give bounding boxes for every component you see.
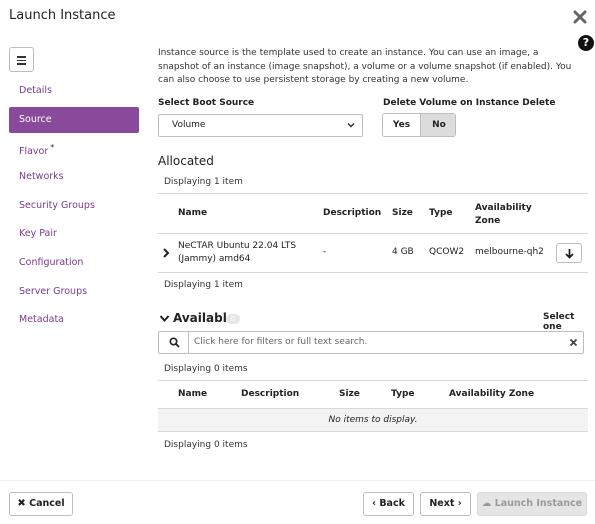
delete-volume-toggle: Yes No: [382, 113, 456, 137]
arrow-down-icon: [565, 249, 574, 259]
next-button[interactable]: Next ›: [420, 492, 471, 516]
allocated-count-bottom: Displaying 1 item: [164, 280, 243, 290]
boot-source-value: Volume: [172, 120, 206, 130]
deallocate-button[interactable]: [556, 243, 582, 263]
search-icon: [169, 337, 180, 348]
chevron-down-icon[interactable]: [159, 313, 170, 324]
footer-divider: [0, 480, 595, 481]
chevron-left-icon: ‹: [372, 498, 376, 509]
sidebar-item-metadata[interactable]: Metadata: [9, 307, 139, 333]
chevron-right-icon[interactable]: [162, 248, 171, 258]
search-input[interactable]: Click here for filters or full text sear…: [158, 331, 584, 354]
column-header-name[interactable]: Name: [178, 389, 207, 399]
back-button[interactable]: ‹ Back: [363, 492, 414, 516]
divider: [158, 380, 588, 381]
help-icon[interactable]: ?: [578, 35, 594, 51]
allocated-count-top: Displaying 1 item: [164, 177, 243, 187]
cloud-upload-icon: ☁: [481, 498, 492, 509]
required-marker: *: [50, 143, 55, 152]
empty-table-message: No items to display.: [158, 408, 588, 432]
sidebar-item-details[interactable]: Details: [9, 78, 139, 104]
column-header-type[interactable]: Type: [391, 389, 414, 399]
allocated-title: Allocated: [158, 154, 214, 168]
column-header-description[interactable]: Description: [241, 389, 299, 399]
delete-volume-yes-button[interactable]: Yes: [383, 114, 420, 136]
sidebar-item-networks[interactable]: Networks: [9, 164, 139, 190]
divider: [158, 193, 588, 194]
available-count-bottom: Displaying 0 items: [164, 440, 248, 450]
hamburger-icon: [17, 56, 26, 58]
delete-volume-no-button[interactable]: No: [420, 114, 455, 136]
clear-icon[interactable]: [569, 338, 578, 347]
chevron-down-icon: [347, 122, 355, 128]
column-header-description[interactable]: Description: [323, 208, 381, 218]
row-type: QCOW2: [429, 247, 465, 257]
source-description: Instance source is the template used to …: [158, 48, 572, 85]
column-header-size[interactable]: Size: [339, 389, 360, 399]
close-icon: ✖: [17, 498, 26, 509]
row-name: NeCTAR Ubuntu 22.04 LTS (Jammy) amd64: [178, 241, 297, 264]
sidebar-item-security-groups[interactable]: Security Groups: [9, 193, 139, 219]
row-description: -: [323, 247, 327, 257]
boot-source-select[interactable]: Volume: [158, 114, 363, 137]
search-placeholder: Click here for filters or full text sear…: [194, 337, 368, 347]
column-header-name[interactable]: Name: [178, 208, 207, 218]
close-icon[interactable]: [572, 9, 588, 25]
available-count-top: Displaying 0 items: [164, 364, 248, 374]
launch-instance-button[interactable]: ☁ Launch Instance: [477, 492, 587, 516]
available-count-badge: 0: [226, 314, 240, 324]
menu-toggle-button[interactable]: [9, 47, 34, 72]
select-one-label: Select one: [543, 312, 575, 332]
column-header-type[interactable]: Type: [429, 208, 452, 218]
column-header-availability-zone[interactable]: Availability Zone: [449, 389, 534, 399]
sidebar-item-source[interactable]: Source: [9, 107, 139, 133]
column-header-availability-zone[interactable]: Availability Zone: [475, 202, 535, 228]
modal-title: Launch Instance: [9, 8, 116, 23]
sidebar-item-key-pair[interactable]: Key Pair: [9, 221, 139, 247]
divider: [158, 272, 588, 273]
search-button[interactable]: [159, 332, 189, 353]
row-availability-zone: melbourne-qh2: [475, 247, 544, 257]
sidebar-item-flavor[interactable]: Flavor *: [9, 135, 139, 161]
row-size: 4 GB: [392, 247, 414, 257]
boot-source-label: Select Boot Source: [158, 98, 255, 108]
delete-volume-label: Delete Volume on Instance Delete: [383, 98, 556, 108]
sidebar-item-server-groups[interactable]: Server Groups: [9, 279, 139, 305]
chevron-right-icon: ›: [457, 498, 462, 509]
table-row: NeCTAR Ubuntu 22.04 LTS (Jammy) amd64 - …: [158, 234, 588, 272]
column-header-size[interactable]: Size: [392, 208, 413, 218]
cancel-button[interactable]: ✖ Cancel: [9, 492, 73, 516]
sidebar-item-configuration[interactable]: Configuration: [9, 250, 139, 276]
